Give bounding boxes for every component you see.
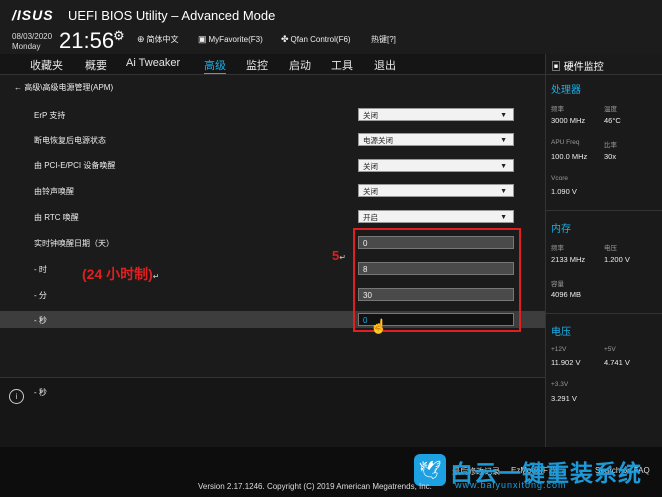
cpu-ratio-value: 30x xyxy=(604,152,617,161)
step-mark: ↵ xyxy=(339,253,346,262)
annotation-note: (24 小时制)↵ xyxy=(82,264,160,284)
rtc-wake-label: 由 RTC 唤醒 xyxy=(34,213,79,222)
favorite-icon: ▣ xyxy=(198,34,207,44)
cpu-ratio-label: 比率 xyxy=(604,142,617,149)
mem-freq-value: 2133 MHz xyxy=(551,255,586,264)
voltage-section-title: 电压 xyxy=(551,327,571,338)
dropdown-arrow-icon: ▼ xyxy=(500,137,507,144)
note-text: (24 小时制) xyxy=(82,266,153,282)
ring-wake-select[interactable]: 关闭 ▼ xyxy=(358,184,514,197)
hotkey-label: 热键[?] xyxy=(371,35,396,44)
rtc-second-label: - 秒 xyxy=(34,316,47,325)
menu-bar xyxy=(0,54,545,75)
info-icon: i xyxy=(9,389,24,404)
clock-display: 21:56 xyxy=(59,28,115,53)
help-info-panel xyxy=(0,377,545,448)
v33-value: 3.291 V xyxy=(551,394,577,403)
power-restore-label: 断电恢复后电源状态 xyxy=(34,136,106,145)
cpu-section-title: 处理器 xyxy=(551,85,581,96)
language-label: 简体中文 xyxy=(146,35,179,44)
pcie-wake-select[interactable]: 关闭 ▼ xyxy=(358,159,514,172)
pcie-wake-label: 由 PCI-E/PCI 设备唤醒 xyxy=(34,161,116,170)
annotation-step-number: 5↵ xyxy=(332,248,346,263)
mem-cap-value: 4096 MB xyxy=(551,290,582,299)
apu-freq-label: APU Freq xyxy=(551,139,580,146)
tab-main[interactable]: 概要 xyxy=(85,57,107,73)
dropdown-arrow-icon: ▼ xyxy=(500,188,507,195)
copyright-text: Version 2.17.1246. Copyright (C) 2019 Am… xyxy=(198,482,432,491)
hotkey-button[interactable]: 热键[?] xyxy=(371,34,396,45)
rtc-day-label: 实时钟唤醒日期（天） xyxy=(34,239,114,248)
language-button[interactable]: ⊕ 简体中文 xyxy=(137,34,179,45)
hardware-monitor-title: ▣ 硬件监控 xyxy=(551,58,604,73)
ring-wake-label: 由铃声唤醒 xyxy=(34,187,74,196)
tab-favorites[interactable]: 收藏夹 xyxy=(30,57,63,73)
help-text: - 秒 xyxy=(34,388,47,397)
back-arrow-icon[interactable]: ← xyxy=(14,83,22,92)
vcore-label: Vcore xyxy=(551,175,568,182)
myfavorite-button[interactable]: ▣ MyFavorite(F3) xyxy=(198,34,263,45)
myfavorite-label: MyFavorite(F3) xyxy=(208,35,263,44)
date-text: 08/03/2020 xyxy=(12,32,53,41)
dropdown-arrow-icon: ▼ xyxy=(500,214,507,221)
tab-advanced[interactable]: 高级 xyxy=(204,57,226,74)
erp-select[interactable]: 关闭 ▼ xyxy=(358,108,514,121)
rtc-wake-select[interactable]: 开启 ▼ xyxy=(358,210,514,223)
erp-value: 关闭 xyxy=(363,111,378,120)
dropdown-arrow-icon: ▼ xyxy=(500,112,507,119)
qfan-label: Qfan Control(F6) xyxy=(290,35,351,44)
note-mark: ↵ xyxy=(152,272,160,281)
annotation-highlight-box xyxy=(353,228,521,332)
mem-cap-label: 容量 xyxy=(551,281,564,288)
tab-ai-tweaker[interactable]: Ai Tweaker xyxy=(126,57,180,69)
mem-freq-label: 频率 xyxy=(551,245,564,252)
erp-label: ErP 支持 xyxy=(34,111,66,120)
fan-icon: ✤ xyxy=(281,34,289,44)
day-text: Monday xyxy=(12,42,41,51)
ring-wake-value: 关闭 xyxy=(363,187,378,196)
cpu-freq-value: 3000 MHz xyxy=(551,116,586,125)
v12-value: 11.902 V xyxy=(551,358,581,367)
asus-logo: /ISUS xyxy=(12,7,54,23)
divider xyxy=(545,210,662,211)
monitor-icon: ▣ xyxy=(551,62,561,73)
tab-boot[interactable]: 启动 xyxy=(289,57,311,73)
date-display: 08/03/2020 Monday xyxy=(12,32,52,52)
tab-monitor[interactable]: 监控 xyxy=(246,57,268,73)
v33-label: +3.3V xyxy=(551,381,569,388)
dropdown-arrow-icon: ▼ xyxy=(500,163,507,170)
memory-section-title: 内存 xyxy=(551,224,571,235)
app-title: UEFI BIOS Utility – Advanced Mode xyxy=(68,8,276,23)
apu-freq-value: 100.0 MHz xyxy=(551,152,588,161)
hand-pointer-icon: ☝ xyxy=(370,318,388,334)
mem-volt-label: 电压 xyxy=(604,245,617,252)
rtc-wake-value: 开启 xyxy=(363,213,378,222)
v5-value: 4.741 V xyxy=(604,358,630,367)
mem-volt-value: 1.200 V xyxy=(604,255,630,264)
hardware-monitor-label: 硬件监控 xyxy=(563,62,604,73)
rtc-hour-label: - 时 xyxy=(34,265,47,274)
pcie-wake-value: 关闭 xyxy=(363,162,378,171)
divider xyxy=(545,74,662,75)
cpu-freq-label: 频率 xyxy=(551,106,564,113)
power-restore-value: 电源关闭 xyxy=(363,136,393,145)
rtc-minute-label: - 分 xyxy=(34,291,47,300)
globe-icon: ⊕ xyxy=(137,34,145,44)
v12-label: +12V xyxy=(551,346,567,353)
qfan-button[interactable]: ✤ Qfan Control(F6) xyxy=(281,34,351,45)
cpu-temp-value: 46°C xyxy=(604,116,621,125)
power-restore-select[interactable]: 电源关闭 ▼ xyxy=(358,133,514,146)
gear-icon[interactable]: ⚙ xyxy=(113,28,125,44)
divider xyxy=(545,313,662,314)
watermark-url: www.baiyunxitong.com xyxy=(455,480,567,490)
breadcrumb-text: 高级\高级电源管理(APM) xyxy=(24,83,114,92)
v5-label: +5V xyxy=(604,346,616,353)
vcore-value: 1.090 V xyxy=(551,187,577,196)
tab-tool[interactable]: 工具 xyxy=(331,57,353,73)
cpu-temp-label: 温度 xyxy=(604,106,617,113)
breadcrumb[interactable]: ← 高级\高级电源管理(APM) xyxy=(14,82,113,93)
tab-exit[interactable]: 退出 xyxy=(374,57,396,73)
